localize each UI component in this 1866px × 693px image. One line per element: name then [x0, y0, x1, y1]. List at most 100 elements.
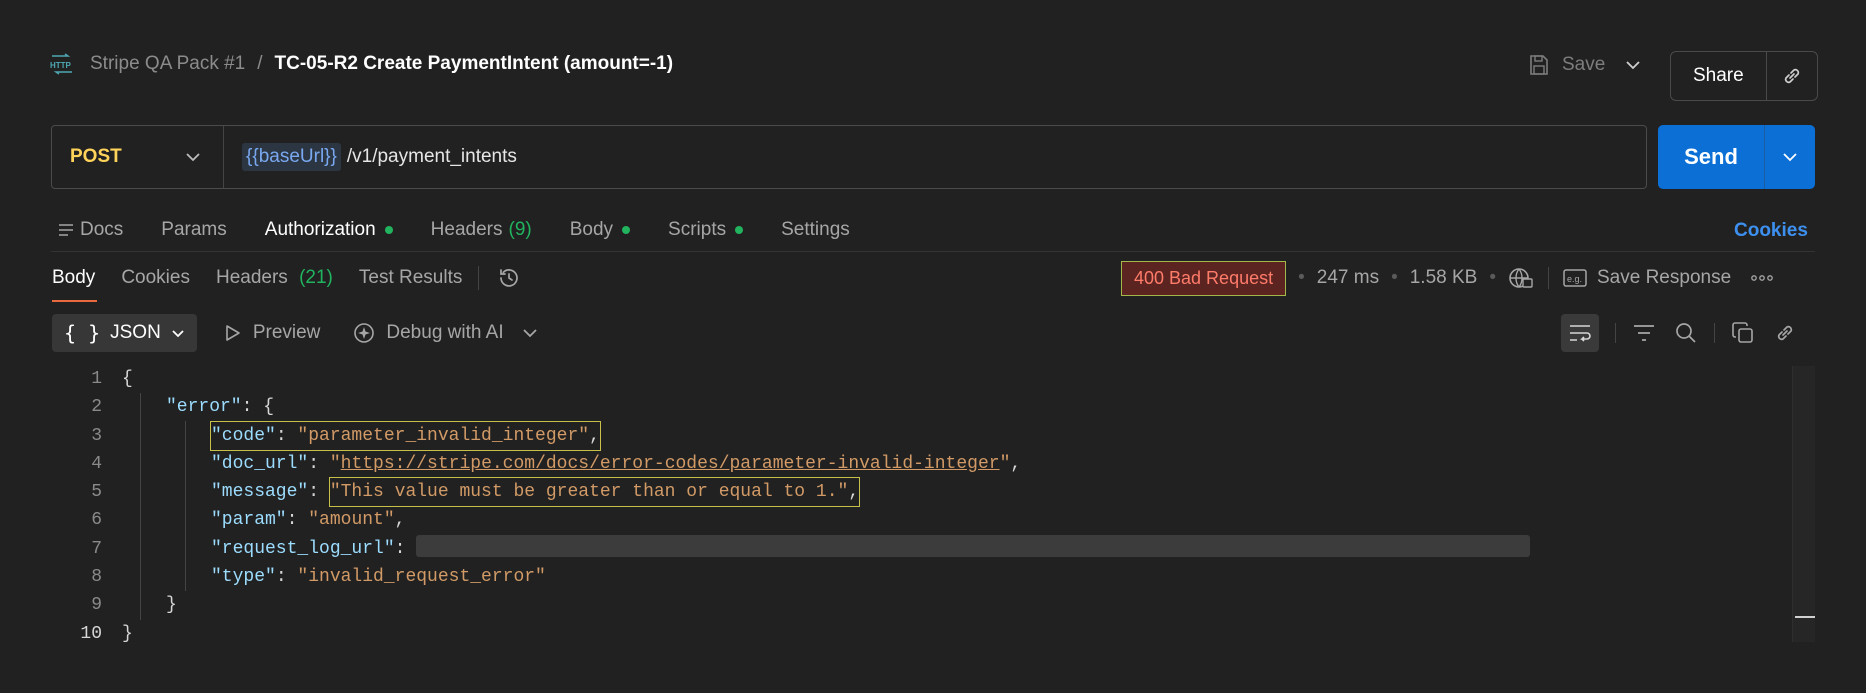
response-tab-test-results[interactable]: Test Results: [359, 267, 462, 289]
method-label: POST: [70, 146, 122, 167]
code-line: 8 "type": "invalid_request_error": [70, 563, 1790, 591]
request-title[interactable]: TC-05-R2 Create PaymentIntent (amount=-1…: [275, 53, 674, 75]
play-icon: [226, 325, 240, 341]
tab-headers[interactable]: Headers (9): [431, 219, 532, 241]
breadcrumb: HTTP Stripe QA Pack #1 / TC-05-R2 Create…: [50, 50, 673, 78]
response-tab-body[interactable]: Body: [52, 267, 95, 289]
chevron-down-icon[interactable]: [522, 328, 538, 338]
json-key: "request_log_url": [211, 538, 395, 559]
indent-guide: [140, 393, 141, 620]
code-line: 2 "error": {: [70, 393, 1790, 421]
svg-text:e.g.: e.g.: [1567, 274, 1582, 284]
response-tab-headers[interactable]: Headers (21): [216, 267, 333, 289]
response-tab-cookies[interactable]: Cookies: [121, 267, 190, 289]
response-time[interactable]: 247 ms: [1317, 267, 1379, 289]
line-number: 1: [91, 369, 102, 389]
share-button-group: Share: [1670, 51, 1818, 101]
json-brace: {: [122, 369, 133, 389]
save-options-chevron-icon[interactable]: [1625, 54, 1641, 76]
response-size[interactable]: 1.58 KB: [1410, 267, 1478, 289]
copy-icon[interactable]: [1731, 321, 1755, 345]
active-tab-underline: [52, 300, 97, 302]
url-input[interactable]: {{baseUrl}} /v1/payment_intents: [224, 143, 517, 171]
braces-icon: { }: [64, 321, 101, 345]
format-selector[interactable]: { } JSON: [52, 314, 197, 352]
tab-label: Params: [161, 219, 227, 240]
divider: [1714, 323, 1715, 343]
tab-docs[interactable]: Docs: [58, 219, 123, 241]
history-icon[interactable]: [497, 266, 521, 290]
share-button[interactable]: Share: [1671, 52, 1767, 100]
response-view-tools: [1561, 314, 1797, 352]
chevron-down-icon: [186, 153, 200, 162]
separator-dot: •: [1298, 267, 1305, 288]
separator-dot: •: [1391, 267, 1398, 288]
tab-body[interactable]: Body: [570, 219, 631, 241]
line-number: 7: [91, 538, 102, 559]
tab-label: Scripts: [668, 219, 727, 240]
divider: [51, 251, 1815, 252]
base-url-variable[interactable]: {{baseUrl}}: [242, 143, 341, 171]
json-string: "amount": [308, 510, 395, 531]
tab-settings[interactable]: Settings: [781, 219, 850, 241]
json-brace: }: [166, 595, 177, 616]
http-icon: HTTP: [50, 53, 74, 75]
scrollbar-thumb[interactable]: [1795, 616, 1815, 618]
breadcrumb-collection[interactable]: Stripe QA Pack #1: [90, 53, 245, 75]
json-key: "error": [166, 397, 242, 418]
filter-icon[interactable]: [1632, 323, 1656, 343]
json-key: "type": [211, 567, 276, 588]
redacted-value: [416, 534, 1531, 557]
response-body-editor[interactable]: 1 { 2 "error": { 3 "code": "parameter_in…: [70, 365, 1790, 648]
json-key: "doc_url": [211, 453, 309, 474]
highlighted-message-value: "This value must be greater than or equa…: [328, 477, 861, 508]
send-options-button[interactable]: [1765, 125, 1815, 189]
code-line: 9 }: [70, 591, 1790, 619]
svg-text:HTTP: HTTP: [50, 61, 72, 70]
cookies-link[interactable]: Cookies: [1734, 220, 1808, 242]
json-key: "code": [211, 425, 276, 446]
json-string: "parameter_invalid_integer": [297, 425, 590, 446]
tab-label: Headers: [430, 219, 503, 240]
line-number: 4: [91, 453, 102, 474]
json-key: "message": [211, 482, 309, 503]
code-line: 7 "request_log_url":: [70, 534, 1790, 563]
link-icon[interactable]: [1773, 321, 1797, 345]
send-button[interactable]: Send: [1658, 125, 1765, 189]
status-dot: [384, 226, 393, 234]
search-icon[interactable]: [1674, 321, 1698, 345]
chevron-down-icon: [1783, 153, 1797, 162]
more-options-icon[interactable]: [1751, 275, 1774, 281]
debug-with-ai-button[interactable]: Debug with AI: [352, 321, 504, 345]
save-button[interactable]: Save: [1528, 54, 1605, 76]
divider: [1615, 323, 1616, 343]
tab-count: (9): [508, 219, 532, 240]
preview-label: Preview: [252, 322, 321, 343]
line-number: 10: [80, 623, 102, 644]
tab-params[interactable]: Params: [161, 219, 226, 241]
code-line: 6 "param": "amount",: [70, 506, 1790, 534]
wrap-lines-icon[interactable]: [1561, 314, 1599, 352]
copy-link-button[interactable]: [1767, 52, 1817, 100]
link-icon: [1784, 68, 1799, 84]
json-brace: }: [122, 623, 133, 644]
request-tabs: Docs Params Authorization Headers (9) Bo…: [58, 216, 888, 244]
tab-authorization[interactable]: Authorization: [265, 219, 393, 241]
status-dot: [735, 226, 744, 234]
method-selector[interactable]: POST: [52, 126, 224, 188]
save-icon: [1530, 55, 1548, 75]
save-label: Save: [1562, 54, 1606, 75]
preview-button[interactable]: Preview: [225, 322, 321, 344]
line-number: 9: [91, 595, 102, 616]
editor-scrollbar[interactable]: [1792, 366, 1815, 642]
doc-url-link[interactable]: https://stripe.com/docs/error-codes/para…: [341, 450, 1000, 478]
save-response-button[interactable]: e.g. Save Response: [1563, 267, 1731, 289]
tab-label: Headers: [215, 267, 288, 288]
response-tabs: Body Cookies Headers (21) Test Results: [52, 264, 521, 292]
ai-sparkle-icon: [354, 323, 375, 343]
network-globe-icon[interactable]: [1508, 266, 1534, 290]
status-badge[interactable]: 400 Bad Request: [1121, 260, 1287, 296]
code-line: 10 }: [70, 620, 1790, 648]
tab-scripts[interactable]: Scripts: [668, 219, 744, 241]
save-response-label: Save Response: [1597, 267, 1732, 288]
